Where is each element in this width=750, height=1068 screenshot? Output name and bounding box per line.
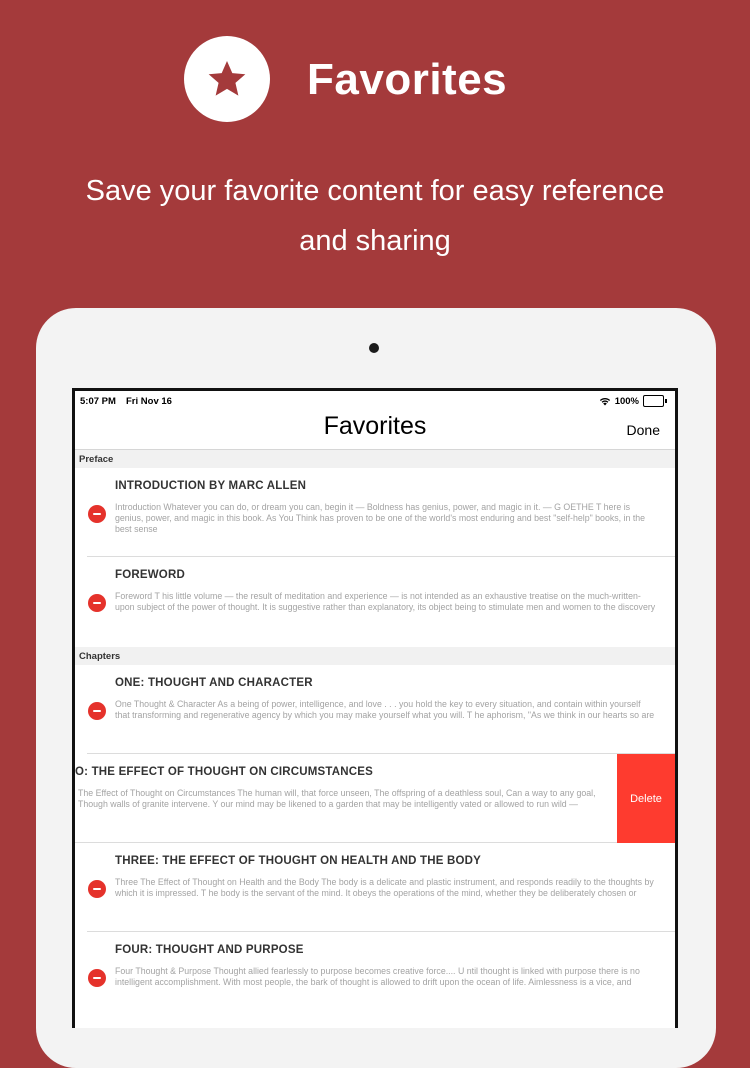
row-excerpt: Introduction Whatever you can do, or dre… [115,502,646,535]
status-right: 100% [599,395,667,407]
remove-minus-button[interactable] [88,969,106,987]
status-date: Fri Nov 16 [126,396,172,407]
row-excerpt: Foreword T his little volume — the resul… [115,591,656,613]
status-bar: 5:07 PM Fri Nov 16 100% [75,391,675,411]
delete-button[interactable]: Delete [617,754,675,843]
row-excerpt: The Effect of Thought on Circumstances T… [78,788,596,810]
promo-subtitle-line2: and sharing [299,225,451,257]
nav-title: Favorites [323,412,427,440]
row-excerpt: Four Thought & Purpose Thought allied fe… [115,966,640,988]
favorite-row[interactable]: THREE: THE EFFECT OF THOUGHT ON HEALTH A… [75,843,675,932]
favorite-row[interactable]: FOREWORD Foreword T his little volume — … [75,557,675,646]
favorite-row[interactable]: INTRODUCTION BY MARC ALLEN Introduction … [75,468,675,557]
favorites-star-badge [184,36,270,122]
row-excerpt: Three The Effect of Thought on Health an… [115,877,654,899]
remove-minus-button[interactable] [88,880,106,898]
favorite-row[interactable]: FOUR: THOUGHT AND PURPOSE Four Thought &… [75,932,675,1021]
done-button[interactable]: Done [627,422,660,438]
battery-percent: 100% [614,395,639,407]
tablet-camera [369,343,379,353]
star-icon [208,61,246,96]
row-title: THREE: THE EFFECT OF THOUGHT ON HEALTH A… [115,855,482,867]
remove-minus-button[interactable] [88,594,106,612]
promo-subtitle-line1: Save your favorite content for easy refe… [85,175,665,207]
nav-bar: Favorites Done [75,409,675,450]
favorite-row[interactable]: ONE: THOUGHT AND CHARACTER One Thought &… [75,665,675,754]
row-title: FOUR: THOUGHT AND PURPOSE [115,944,304,956]
status-time: 5:07 PM [80,396,116,407]
row-title: FOREWORD [115,569,185,581]
row-title: INTRODUCTION BY MARC ALLEN [115,480,307,492]
remove-minus-button[interactable] [88,702,106,720]
battery-icon [643,395,664,407]
tablet-screen: 5:07 PM Fri Nov 16 100% Favorites Done P… [72,388,678,1028]
wifi-icon [599,397,610,405]
row-title: ONE: THOUGHT AND CHARACTER [115,677,313,689]
row-excerpt: One Thought & Character As a being of po… [115,699,655,721]
section-header-preface: Preface [75,450,675,468]
battery-tip [665,399,667,403]
section-header-chapters: Chapters [75,647,675,665]
row-title: O: THE EFFECT OF THOUGHT ON CIRCUMSTANCE… [75,766,374,778]
promo-title: Favorites [307,55,508,104]
remove-minus-button[interactable] [88,505,106,523]
favorite-row-swiped[interactable]: O: THE EFFECT OF THOUGHT ON CIRCUMSTANCE… [75,754,675,843]
promo-subtitle: Save your favorite content for easy refe… [0,166,750,266]
